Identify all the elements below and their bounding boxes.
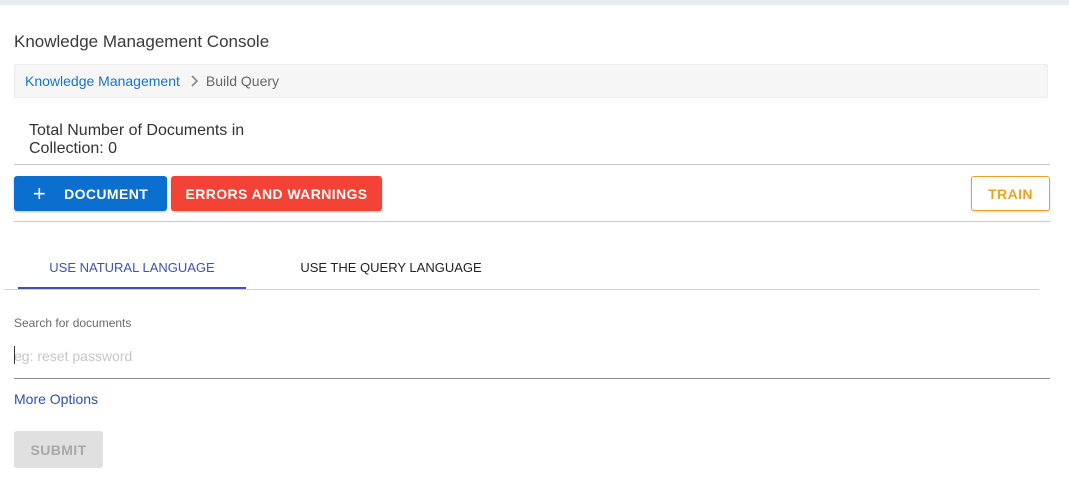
tab-natural-language-label: USE NATURAL LANGUAGE [49, 259, 215, 275]
breadcrumb-current: Build Query [205, 73, 280, 89]
more-options-link[interactable]: More Options [14, 391, 98, 407]
search-underline [14, 378, 1050, 379]
errors-and-warnings-label: ERRORS AND WARNINGS [185, 185, 368, 202]
breadcrumb-link-knowledge-management[interactable]: Knowledge Management [25, 73, 180, 89]
tab-query-language-label: USE THE QUERY LANGUAGE [300, 259, 482, 275]
page: Knowledge Management Console Knowledge M… [0, 0, 1069, 481]
divider-bottom [14, 221, 1050, 222]
tabs-baseline [4, 289, 1039, 290]
add-document-button[interactable]: + DOCUMENT [14, 176, 167, 211]
tab-active-indicator [18, 287, 246, 289]
train-button[interactable]: TRAIN [971, 176, 1050, 211]
plus-icon: + [32, 180, 47, 206]
add-document-label: DOCUMENT [64, 185, 149, 202]
search-label: Search for documents [14, 316, 132, 330]
text-cursor [14, 346, 15, 364]
tab-natural-language[interactable]: USE NATURAL LANGUAGE [18, 246, 246, 288]
divider-top [14, 164, 1050, 165]
search-input[interactable] [14, 343, 1050, 369]
train-label: TRAIN [988, 185, 1033, 202]
tab-query-language[interactable]: USE THE QUERY LANGUAGE [276, 246, 506, 288]
page-title: Knowledge Management Console [14, 32, 270, 51]
chevron-right-icon [190, 75, 200, 87]
document-count: Total Number of Documents in Collection:… [29, 122, 245, 157]
submit-label: SUBMIT [30, 441, 87, 458]
submit-button[interactable]: SUBMIT [14, 431, 103, 468]
errors-and-warnings-button[interactable]: ERRORS AND WARNINGS [171, 176, 382, 211]
breadcrumb: Knowledge Management Build Query [14, 64, 1048, 98]
